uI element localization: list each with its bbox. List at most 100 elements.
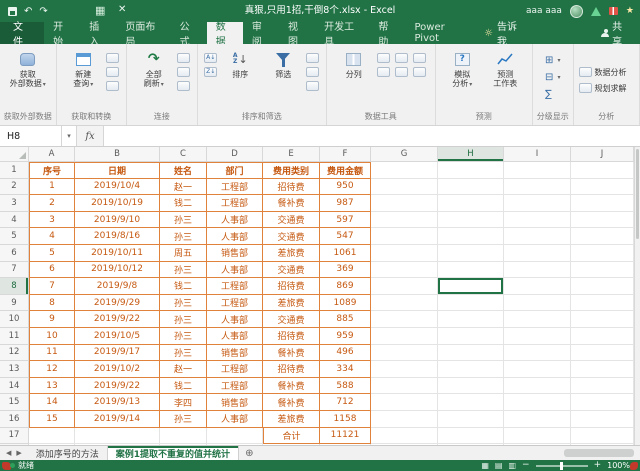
- sort-button[interactable]: AZ ↓ 排序: [220, 47, 260, 79]
- cell-E7[interactable]: 交通费: [263, 262, 320, 279]
- cell-E1[interactable]: 费用类别: [263, 162, 320, 179]
- cell-I10[interactable]: [504, 311, 571, 328]
- cell-E15[interactable]: 餐补费: [263, 394, 320, 411]
- cell-J1[interactable]: [571, 162, 634, 179]
- tab-review[interactable]: 审阅: [243, 22, 279, 44]
- data-validation-icon[interactable]: [413, 53, 426, 63]
- cell-G5[interactable]: [371, 228, 438, 245]
- subtotal-icon[interactable]: ∑: [545, 89, 552, 100]
- user-name[interactable]: aaa aaa: [526, 6, 562, 16]
- cell-B8[interactable]: 2019/9/8: [75, 278, 160, 295]
- cell-I5[interactable]: [504, 228, 571, 245]
- remove-duplicates-icon[interactable]: [395, 53, 408, 63]
- cell-J16[interactable]: [571, 411, 634, 428]
- cell-B2[interactable]: 2019/10/4: [75, 179, 160, 196]
- cell-G7[interactable]: [371, 262, 438, 279]
- cell-G14[interactable]: [371, 378, 438, 395]
- cell-F8[interactable]: 869: [320, 278, 371, 295]
- cell-I16[interactable]: [504, 411, 571, 428]
- cell-C15[interactable]: 李四: [160, 394, 207, 411]
- cell-D15[interactable]: 销售部: [207, 394, 263, 411]
- cell-B11[interactable]: 2019/10/5: [75, 328, 160, 345]
- cell-C8[interactable]: 钱二: [160, 278, 207, 295]
- cell-A16[interactable]: 15: [29, 411, 75, 428]
- data-analysis-button[interactable]: 数据分析: [577, 65, 629, 78]
- cell-C17[interactable]: [160, 428, 207, 445]
- tab-home[interactable]: 开始: [44, 22, 80, 44]
- row-header-6[interactable]: 6: [0, 245, 29, 262]
- cell-G15[interactable]: [371, 394, 438, 411]
- row-header-2[interactable]: 2: [0, 179, 29, 196]
- zoom-slider-thumb[interactable]: [560, 462, 563, 470]
- prev-sheet-icon[interactable]: ◀: [6, 449, 11, 457]
- cell-A8[interactable]: 7: [29, 278, 75, 295]
- cell-F5[interactable]: 547: [320, 228, 371, 245]
- cell-C2[interactable]: 赵一: [160, 179, 207, 196]
- cell-D4[interactable]: 人事部: [207, 212, 263, 229]
- cell-I15[interactable]: [504, 394, 571, 411]
- cell-E8[interactable]: 招待费: [263, 278, 320, 295]
- cell-A13[interactable]: 12: [29, 361, 75, 378]
- zoom-slider[interactable]: [536, 465, 588, 467]
- show-queries-icon[interactable]: [106, 53, 119, 63]
- row-header-16[interactable]: 16: [0, 411, 29, 428]
- row-header-1[interactable]: 1: [0, 162, 29, 179]
- edit-links-icon[interactable]: [177, 81, 190, 91]
- cell-H12[interactable]: [438, 345, 504, 362]
- advanced-filter-icon[interactable]: [306, 81, 319, 91]
- new-sheet-icon[interactable]: ⊕: [239, 446, 259, 460]
- row-header-5[interactable]: 5: [0, 228, 29, 245]
- cell-J15[interactable]: [571, 394, 634, 411]
- cell-H14[interactable]: [438, 378, 504, 395]
- cell-E10[interactable]: 交通费: [263, 311, 320, 328]
- cell-E9[interactable]: 差旅费: [263, 295, 320, 312]
- cell-D13[interactable]: 工程部: [207, 361, 263, 378]
- cell-H7[interactable]: [438, 262, 504, 279]
- cell-B7[interactable]: 2019/10/12: [75, 262, 160, 279]
- cell-A1[interactable]: 序号: [29, 162, 75, 179]
- insert-function-button[interactable]: fx: [77, 126, 103, 146]
- cell-C6[interactable]: 周五: [160, 245, 207, 262]
- cell-A15[interactable]: 14: [29, 394, 75, 411]
- cell-A3[interactable]: 2: [29, 195, 75, 212]
- cell-I9[interactable]: [504, 295, 571, 312]
- cell-J2[interactable]: [571, 179, 634, 196]
- cell-G1[interactable]: [371, 162, 438, 179]
- cell-D1[interactable]: 部门: [207, 162, 263, 179]
- cell-J9[interactable]: [571, 295, 634, 312]
- cell-I2[interactable]: [504, 179, 571, 196]
- cell-D7[interactable]: 人事部: [207, 262, 263, 279]
- tab-file[interactable]: 文件: [0, 22, 44, 44]
- cell-C12[interactable]: 孙三: [160, 345, 207, 362]
- cell-F12[interactable]: 496: [320, 345, 371, 362]
- cell-F1[interactable]: 费用金额: [320, 162, 371, 179]
- get-external-data-button[interactable]: 获取 外部数据▾: [8, 47, 48, 89]
- cell-F17[interactable]: 11121: [320, 428, 371, 445]
- cell-G11[interactable]: [371, 328, 438, 345]
- cell-F2[interactable]: 950: [320, 179, 371, 196]
- sort-ascending-icon[interactable]: A↓: [204, 53, 217, 63]
- row-header-4[interactable]: 4: [0, 212, 29, 229]
- column-header-E[interactable]: E: [263, 147, 320, 162]
- cell-B13[interactable]: 2019/10/2: [75, 361, 160, 378]
- row-header-10[interactable]: 10: [0, 311, 29, 328]
- cell-I17[interactable]: [504, 428, 571, 445]
- cell-J8[interactable]: [571, 278, 634, 295]
- cell-E2[interactable]: 招待费: [263, 179, 320, 196]
- name-box-dropdown-icon[interactable]: ▾: [62, 126, 77, 146]
- cell-B10[interactable]: 2019/9/22: [75, 311, 160, 328]
- horizontal-scrollbar[interactable]: [259, 446, 640, 460]
- new-query-button[interactable]: 新建 查询▾: [63, 47, 103, 89]
- cell-A6[interactable]: 5: [29, 245, 75, 262]
- connections-icon[interactable]: [177, 53, 190, 63]
- sheet-tab-add-serial[interactable]: 添加序号的方法: [28, 446, 108, 460]
- cell-H2[interactable]: [438, 179, 504, 196]
- cell-B5[interactable]: 2019/8/16: [75, 228, 160, 245]
- cell-H9[interactable]: [438, 295, 504, 312]
- cell-I13[interactable]: [504, 361, 571, 378]
- cell-A7[interactable]: 6: [29, 262, 75, 279]
- cell-F14[interactable]: 588: [320, 378, 371, 395]
- row-header-9[interactable]: 9: [0, 295, 29, 312]
- ungroup-icon[interactable]: ⊟: [545, 72, 553, 83]
- cell-J12[interactable]: [571, 345, 634, 362]
